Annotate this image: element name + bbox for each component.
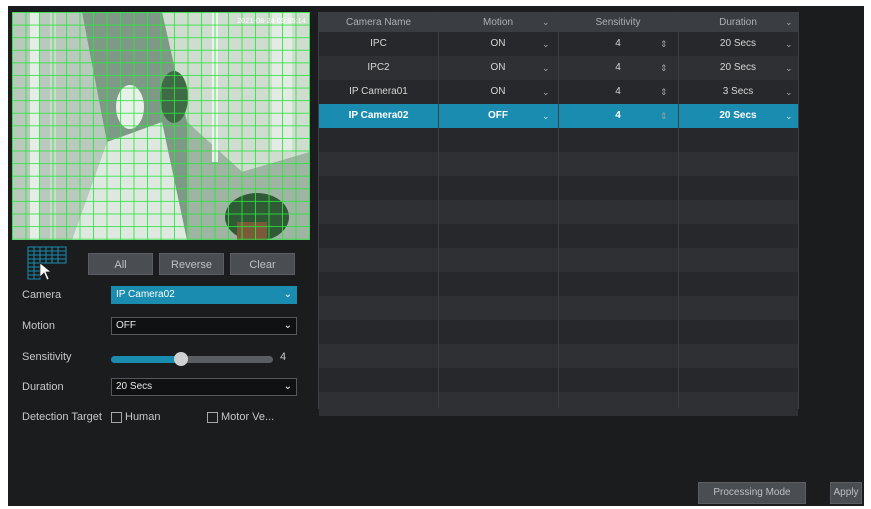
slider-fill — [111, 356, 181, 363]
camera-value: IP Camera02 — [116, 289, 175, 300]
chevron-down-icon[interactable]: ⌄ — [785, 104, 793, 128]
column-divider — [678, 13, 679, 408]
chevron-down-icon[interactable]: ⌄ — [542, 56, 550, 80]
draw-area-icon[interactable] — [26, 245, 67, 281]
header-sensitivity[interactable]: Sensitivity — [558, 13, 678, 32]
duration-cell[interactable]: 20 Secs — [678, 56, 798, 80]
spinner-icon[interactable]: ⇕ — [660, 104, 668, 128]
camera-motion-table: Camera Name Motion ⌄ Sensitivity Duratio… — [318, 12, 799, 416]
motion-cell[interactable]: OFF — [438, 104, 558, 128]
camera-select[interactable]: IP Camera02 ⌄ — [111, 286, 297, 304]
chevron-down-icon[interactable]: ⌄ — [542, 104, 550, 128]
reverse-button[interactable]: Reverse — [159, 253, 224, 275]
spinner-icon[interactable]: ⇕ — [660, 32, 668, 56]
motion-grid-overlay[interactable] — [12, 12, 310, 240]
camera-name-cell: IPC2 — [367, 62, 390, 73]
header-motion[interactable]: Motion — [438, 13, 558, 32]
motion-select[interactable]: OFF ⌄ — [111, 317, 297, 335]
apply-button[interactable]: Apply — [830, 482, 862, 504]
chevron-down-icon: ⌄ — [283, 289, 292, 300]
motor-vehicle-label: Motor Ve... — [221, 411, 275, 423]
duration-label: Duration — [22, 381, 64, 393]
motion-cell[interactable]: ON — [438, 32, 558, 56]
camera-name-cell: IPC — [370, 38, 387, 49]
motor-vehicle-checkbox[interactable] — [207, 412, 218, 423]
chevron-down-icon[interactable]: ⌄ — [785, 56, 793, 80]
motion-cell[interactable]: ON — [438, 80, 558, 104]
spinner-icon[interactable]: ⇕ — [660, 80, 668, 104]
duration-select[interactable]: 20 Secs ⌄ — [111, 378, 297, 396]
column-divider — [558, 13, 559, 408]
motion-label: Motion — [22, 320, 56, 332]
chevron-down-icon: ⌄ — [283, 381, 292, 392]
human-checkbox[interactable] — [111, 412, 122, 423]
duration-cell[interactable]: 3 Secs — [678, 80, 798, 104]
chevron-down-icon[interactable]: ⌄ — [785, 13, 793, 32]
select-all-button[interactable]: All — [88, 253, 153, 275]
motion-settings-panel: 2021-08-24 09:05:14 All Reverse Clear Ca… — [8, 6, 864, 506]
sensitivity-value: 4 — [280, 351, 287, 363]
detection-target-label: Detection Target — [22, 411, 102, 423]
header-duration[interactable]: Duration — [678, 13, 798, 32]
header-camera-name[interactable]: Camera Name — [319, 13, 438, 32]
chevron-down-icon[interactable]: ⌄ — [542, 13, 550, 32]
sensitivity-slider[interactable] — [111, 352, 273, 366]
motion-value: OFF — [116, 320, 136, 331]
duration-cell[interactable]: 20 Secs — [678, 32, 798, 56]
duration-value: 20 Secs — [116, 381, 153, 392]
spinner-icon[interactable]: ⇕ — [660, 56, 668, 80]
chevron-down-icon[interactable]: ⌄ — [542, 32, 550, 56]
camera-preview[interactable]: 2021-08-24 09:05:14 — [12, 12, 310, 240]
motion-cell[interactable]: ON — [438, 56, 558, 80]
slider-handle[interactable] — [173, 352, 188, 366]
camera-name-cell: IP Camera02 — [348, 110, 409, 121]
preview-timestamp: 2021-08-24 09:05:14 — [237, 18, 306, 25]
chevron-down-icon[interactable]: ⌄ — [785, 32, 793, 56]
clear-button[interactable]: Clear — [230, 253, 295, 275]
column-divider — [438, 13, 439, 408]
chevron-down-icon[interactable]: ⌄ — [785, 80, 793, 104]
chevron-down-icon: ⌄ — [283, 320, 292, 331]
camera-label: Camera — [22, 289, 62, 301]
processing-mode-button[interactable]: Processing Mode — [698, 482, 806, 504]
camera-name-cell: IP Camera01 — [349, 86, 408, 97]
human-label: Human — [125, 411, 161, 423]
chevron-down-icon[interactable]: ⌄ — [542, 80, 550, 104]
sensitivity-label: Sensitivity — [22, 351, 72, 363]
duration-cell[interactable]: 20 Secs — [678, 104, 798, 128]
